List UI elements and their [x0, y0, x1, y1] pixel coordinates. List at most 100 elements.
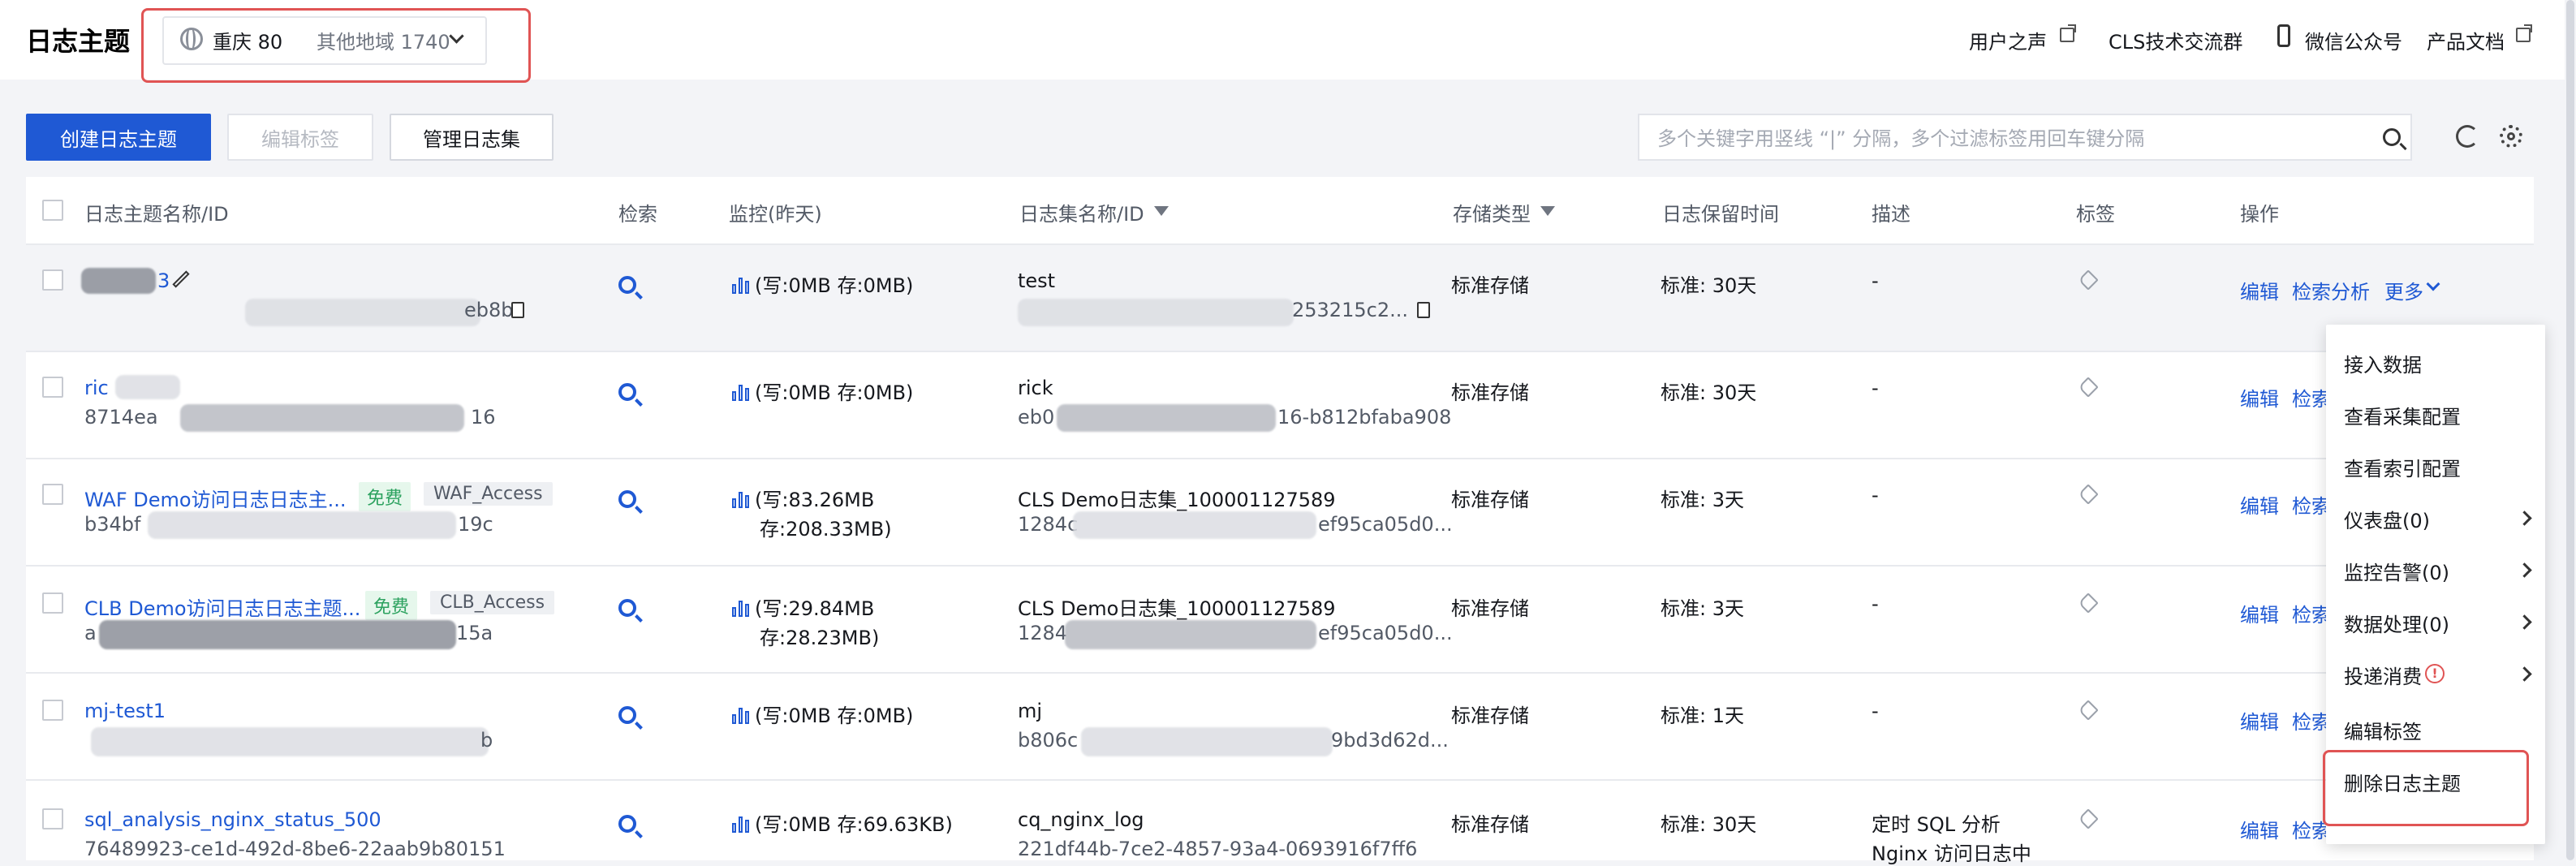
analyze-link[interactable]: 检索分析 — [2292, 276, 2370, 304]
bar-chart-icon[interactable] — [732, 706, 750, 724]
masked-logset-id — [1065, 620, 1316, 649]
menu-item-alarm[interactable]: 监控告警(0) — [2344, 557, 2449, 585]
monitor-store: 存:208.33MB) — [760, 518, 892, 541]
chevron-down-icon[interactable] — [2426, 277, 2440, 291]
table-row[interactable]: ric 8714ea 16 (写:0MB 存:0MB) rick eb0 16-… — [26, 352, 2534, 459]
gear-icon[interactable] — [2500, 125, 2522, 148]
row-checkbox[interactable] — [42, 808, 63, 829]
edit-link[interactable]: 编辑 — [2240, 383, 2279, 411]
logset-name: cq_nginx_log — [1018, 808, 1144, 831]
tag-icon[interactable] — [2078, 377, 2099, 398]
masked-id — [148, 511, 456, 539]
tag-icon[interactable] — [2078, 269, 2099, 291]
manage-logsets-button[interactable]: 管理日志集 — [390, 114, 554, 161]
analyze-link[interactable]: 检索 — [2292, 383, 2331, 411]
row-checkbox[interactable] — [42, 377, 63, 398]
edit-link[interactable]: 编辑 — [2240, 706, 2279, 735]
monitor-write: (写:83.26MB — [755, 489, 875, 511]
row-checkbox[interactable] — [42, 700, 63, 721]
copy-icon[interactable] — [1417, 299, 1435, 318]
row-checkbox[interactable] — [42, 484, 63, 505]
topic-name[interactable]: ric — [84, 377, 109, 399]
select-all-checkbox[interactable] — [42, 200, 63, 221]
storage-type: 标准存储 — [1451, 489, 1529, 511]
monitor-value: (写:0MB 存:0MB) — [755, 381, 914, 404]
search-icon[interactable] — [618, 599, 636, 617]
bar-chart-icon[interactable] — [732, 490, 750, 508]
row-checkbox[interactable] — [42, 592, 63, 614]
link-wechat[interactable]: 微信公众号 — [2305, 26, 2402, 54]
topic-name[interactable]: 3 — [157, 269, 170, 292]
topic-name[interactable]: CLB Demo访问日志日志主题... — [84, 592, 360, 621]
menu-item-collect-config[interactable]: 查看采集配置 — [2344, 401, 2461, 429]
search-icon[interactable] — [618, 383, 636, 401]
topic-id-head: b34bf — [84, 513, 141, 536]
menu-item-data-process[interactable]: 数据处理(0) — [2344, 609, 2449, 637]
table-row[interactable]: sql_analysis_nginx_status_500 76489923-c… — [26, 781, 2534, 865]
bar-chart-icon[interactable] — [732, 383, 750, 401]
filter-icon[interactable] — [1540, 206, 1555, 216]
external-link-icon[interactable] — [2516, 24, 2532, 42]
analyze-link[interactable]: 检索 — [2292, 490, 2331, 519]
search-icon[interactable] — [618, 490, 636, 508]
tag-icon[interactable] — [2078, 700, 2099, 721]
description: - — [1872, 700, 1879, 722]
menu-item-dashboard[interactable]: 仪表盘(0) — [2344, 505, 2430, 533]
chevron-right-icon[interactable] — [2517, 614, 2532, 630]
topic-name[interactable]: WAF Demo访问日志日志主... — [84, 484, 346, 512]
link-docs[interactable]: 产品文档 — [2427, 26, 2505, 54]
table-row[interactable]: 3 eb8b (写:0MB 存:0MB) test 253215c2... 标准… — [26, 245, 2534, 352]
bar-chart-icon[interactable] — [732, 276, 750, 294]
tag-icon[interactable] — [2078, 592, 2099, 614]
filter-icon[interactable] — [1154, 206, 1169, 216]
description: - — [1872, 592, 1879, 615]
edit-link[interactable]: 编辑 — [2240, 815, 2279, 843]
topic-name[interactable]: mj-test1 — [84, 700, 166, 722]
row-checkbox[interactable] — [42, 269, 63, 291]
search-icon[interactable] — [618, 276, 636, 294]
menu-item-index-config[interactable]: 查看索引配置 — [2344, 453, 2461, 481]
edit-tags-button[interactable]: 编辑标签 — [227, 114, 373, 161]
chevron-right-icon[interactable] — [2517, 511, 2532, 526]
logset-id-head: eb0 — [1018, 406, 1055, 429]
analyze-link[interactable]: 检索 — [2292, 599, 2331, 627]
warning-icon: ! — [2425, 664, 2445, 683]
edit-link[interactable]: 编辑 — [2240, 599, 2279, 627]
refresh-icon[interactable] — [2456, 125, 2479, 148]
external-link-icon[interactable] — [2060, 24, 2076, 42]
menu-item-ingest[interactable]: 接入数据 — [2344, 349, 2422, 377]
menu-item-ship-consume[interactable]: 投递消费 — [2344, 661, 2422, 689]
logset-id: 253215c2... — [1292, 299, 1408, 321]
analyze-link[interactable]: 检索 — [2292, 706, 2331, 735]
scrollbar-thumb[interactable] — [2566, 0, 2574, 860]
menu-item-edit-tags[interactable]: 编辑标签 — [2344, 716, 2422, 744]
search-icon[interactable] — [618, 815, 636, 833]
topic-name[interactable]: sql_analysis_nginx_status_500 — [84, 808, 381, 831]
bar-chart-icon[interactable] — [732, 599, 750, 617]
search-icon[interactable] — [2383, 128, 2401, 146]
search-input[interactable] — [1656, 125, 2357, 153]
table-row[interactable]: CLB Demo访问日志日志主题... 免费 CLB_Access a 15a … — [26, 567, 2534, 674]
chevron-right-icon[interactable] — [2517, 562, 2532, 578]
table-row[interactable]: WAF Demo访问日志日志主... 免费 WAF_Access b34bf 1… — [26, 459, 2534, 567]
table-row[interactable]: mj-test1 b (写:0MB 存:0MB) mj b806c 9bd3d6… — [26, 674, 2534, 781]
bar-chart-icon[interactable] — [732, 815, 750, 833]
more-link[interactable]: 更多 — [2384, 276, 2423, 304]
edit-link[interactable]: 编辑 — [2240, 490, 2279, 519]
search-icon[interactable] — [618, 706, 636, 724]
tag-icon[interactable] — [2078, 808, 2099, 829]
topic-id-tail: 16 — [471, 406, 496, 429]
tag-icon[interactable] — [2078, 484, 2099, 505]
storage-type: 标准存储 — [1451, 704, 1529, 727]
col-storage: 存储类型 — [1453, 203, 1531, 226]
search-box — [1638, 114, 2412, 161]
link-user-voice[interactable]: 用户之声 — [1969, 26, 2047, 54]
create-topic-button[interactable]: 创建日志主题 — [26, 114, 211, 161]
link-cls-group[interactable]: CLS技术交流群 — [2109, 26, 2242, 54]
edit-icon[interactable] — [172, 270, 190, 288]
chevron-right-icon[interactable] — [2517, 666, 2532, 682]
description: - — [1872, 484, 1879, 506]
edit-link[interactable]: 编辑 — [2240, 276, 2279, 304]
copy-icon[interactable] — [511, 299, 529, 318]
topic-table: 日志主题名称/ID 检索 监控(昨天) 日志集名称/ID 存储类型 日志保留时间… — [26, 177, 2534, 865]
